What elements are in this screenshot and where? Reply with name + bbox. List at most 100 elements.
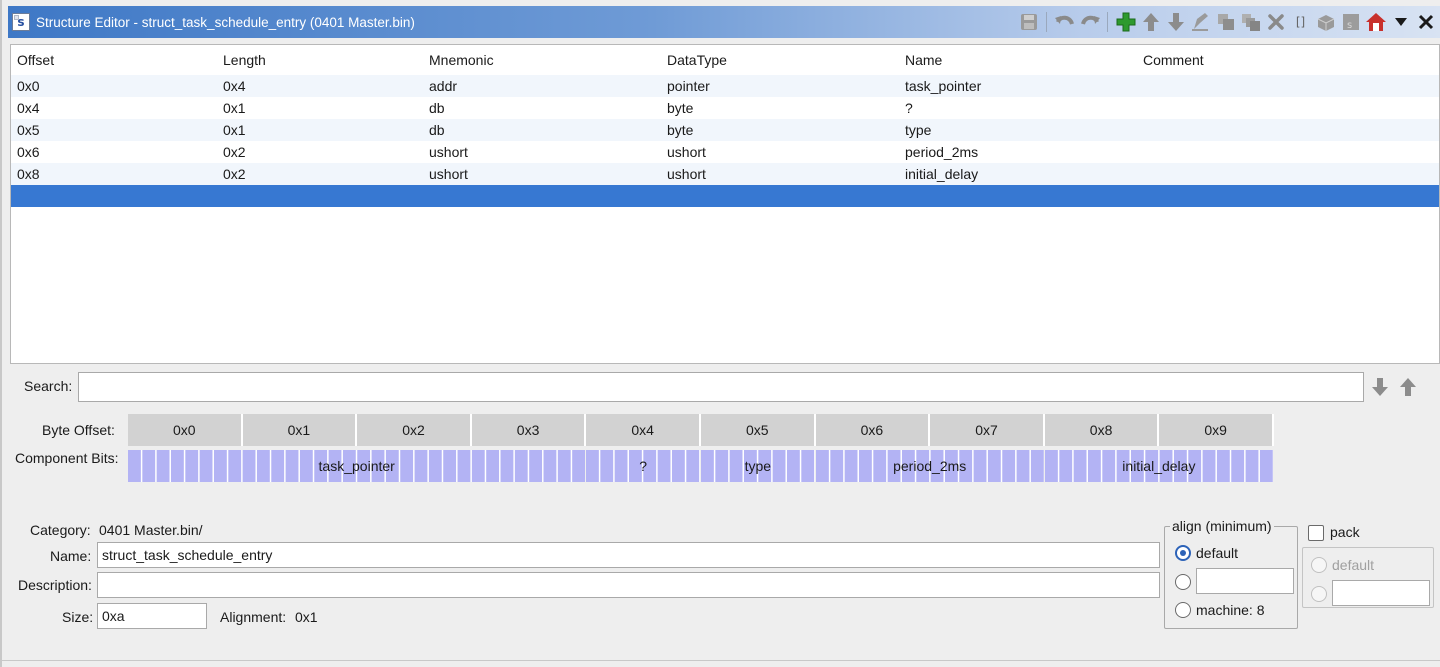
structure-icon: s bbox=[1342, 14, 1359, 31]
cell-mnemonic: ushort bbox=[429, 166, 468, 182]
svg-text:s: s bbox=[1347, 20, 1352, 31]
unpackage-icon bbox=[1317, 15, 1334, 31]
column-header-name[interactable]: Name bbox=[905, 52, 942, 68]
align-custom-field[interactable] bbox=[1196, 568, 1294, 594]
cell-mnemonic: addr bbox=[429, 78, 458, 94]
cell-length: 0x1 bbox=[223, 122, 246, 138]
byte-offset-cell: 0x4 bbox=[586, 414, 701, 446]
cell-datatype[interactable]: byte bbox=[667, 122, 693, 138]
component-bits-segment[interactable]: type bbox=[701, 450, 815, 482]
search-bar: Search: bbox=[10, 368, 1440, 406]
structure-editor-app-icon: s bbox=[12, 13, 30, 31]
arrow-down-icon bbox=[1372, 378, 1388, 396]
redo-icon bbox=[1080, 15, 1100, 25]
move-down-icon bbox=[1167, 13, 1184, 31]
delete-button[interactable] bbox=[1263, 8, 1288, 36]
table-header: Offset Length Mnemonic DataType Name Com… bbox=[11, 45, 1439, 75]
move-up-button[interactable] bbox=[1138, 8, 1163, 36]
pack-default-radio[interactable] bbox=[1311, 557, 1327, 573]
column-header-offset[interactable]: Offset bbox=[17, 52, 54, 68]
cell-name[interactable]: initial_delay bbox=[905, 166, 978, 182]
size-field[interactable]: 0xa bbox=[97, 603, 207, 629]
move-down-button[interactable] bbox=[1163, 8, 1188, 36]
alignment-label: Alignment: bbox=[220, 609, 287, 625]
column-header-comment[interactable]: Comment bbox=[1143, 52, 1204, 68]
category-label: Category: bbox=[30, 522, 91, 538]
component-bits-segment[interactable]: period_2ms bbox=[815, 450, 1044, 482]
cell-length: 0x2 bbox=[223, 166, 246, 182]
undo-button[interactable] bbox=[1052, 8, 1077, 36]
cell-datatype[interactable]: byte bbox=[667, 100, 693, 116]
cell-name[interactable]: period_2ms bbox=[905, 144, 978, 160]
cell-name[interactable]: task_pointer bbox=[905, 78, 981, 94]
cell-name[interactable]: type bbox=[905, 122, 931, 138]
align-default-radio[interactable] bbox=[1175, 545, 1191, 561]
table-row-selected-empty[interactable] bbox=[11, 185, 1439, 207]
pack-custom-field[interactable] bbox=[1332, 580, 1430, 606]
cell-length: 0x2 bbox=[223, 144, 246, 160]
undo-icon bbox=[1054, 15, 1074, 25]
table-row[interactable]: 0x8 0x2 ushort ushort initial_delay bbox=[11, 163, 1439, 185]
array-icon: [] bbox=[1295, 15, 1306, 29]
align-custom-radio[interactable] bbox=[1175, 574, 1191, 590]
search-next-button[interactable] bbox=[1369, 376, 1391, 398]
cell-datatype[interactable]: ushort bbox=[667, 166, 706, 182]
component-bits-segment[interactable]: initial_delay bbox=[1044, 450, 1273, 482]
title-bar: s Structure Editor - struct_task_schedul… bbox=[8, 6, 1440, 38]
name-label: Name: bbox=[50, 548, 92, 564]
align-machine-radio[interactable] bbox=[1175, 602, 1191, 618]
structure-button[interactable]: s bbox=[1338, 8, 1363, 36]
cell-datatype[interactable]: pointer bbox=[667, 78, 710, 94]
array-button[interactable]: [] bbox=[1288, 8, 1313, 36]
duplicate-multiple-button[interactable] bbox=[1238, 8, 1263, 36]
table-row[interactable]: 0x5 0x1 db byte type bbox=[11, 119, 1439, 141]
dropdown-menu-button[interactable] bbox=[1388, 8, 1413, 36]
search-input[interactable] bbox=[78, 372, 1364, 402]
duplicate-button[interactable] bbox=[1213, 8, 1238, 36]
edit-button[interactable] bbox=[1188, 8, 1213, 36]
column-header-length[interactable]: Length bbox=[223, 52, 266, 68]
table-row[interactable]: 0x0 0x4 addr pointer task_pointer bbox=[11, 75, 1439, 97]
search-previous-button[interactable] bbox=[1397, 376, 1419, 398]
category-value: 0401 Master.bin/ bbox=[99, 522, 203, 538]
byte-layout-grid: Byte Offset: Component Bits: 0x0 0x1 0x2 0x… bbox=[10, 410, 1440, 490]
component-bits-segment[interactable]: task_pointer bbox=[128, 450, 586, 482]
save-icon bbox=[1020, 14, 1037, 30]
alignment-value: 0x1 bbox=[295, 609, 318, 625]
pack-custom-radio[interactable] bbox=[1311, 586, 1327, 602]
byte-offset-cell: 0x9 bbox=[1159, 414, 1274, 446]
home-button[interactable] bbox=[1363, 8, 1388, 36]
component-bits-label-text: initial_delay bbox=[1122, 458, 1196, 474]
unpackage-button[interactable] bbox=[1313, 8, 1338, 36]
window-title: Structure Editor - struct_task_schedule_… bbox=[36, 14, 415, 30]
pack-checkbox[interactable] bbox=[1308, 525, 1324, 541]
cell-mnemonic: db bbox=[429, 122, 445, 138]
add-button[interactable] bbox=[1113, 8, 1138, 36]
redo-button[interactable] bbox=[1077, 8, 1102, 36]
column-header-datatype[interactable]: DataType bbox=[667, 52, 727, 68]
description-field[interactable] bbox=[97, 572, 1160, 598]
byte-offset-cell: 0x0 bbox=[128, 414, 243, 446]
cell-datatype[interactable]: ushort bbox=[667, 144, 706, 160]
component-bits-segment[interactable]: ? bbox=[586, 450, 700, 482]
pack-default-label: default bbox=[1332, 557, 1375, 573]
byte-offset-cell: 0x1 bbox=[242, 414, 358, 446]
save-button[interactable] bbox=[1016, 8, 1041, 36]
cell-offset: 0x8 bbox=[17, 166, 40, 182]
align-default-label: default bbox=[1196, 545, 1239, 561]
window-bottom-border bbox=[2, 660, 1440, 661]
cell-offset: 0x0 bbox=[17, 78, 40, 94]
dropdown-menu-icon bbox=[1394, 18, 1407, 26]
duplicate-icon bbox=[1217, 14, 1234, 30]
structure-properties: Category: 0401 Master.bin/ Name: struct_… bbox=[10, 514, 1160, 634]
column-header-mnemonic[interactable]: Mnemonic bbox=[429, 52, 494, 68]
close-button[interactable] bbox=[1413, 8, 1438, 36]
toolbar-separator bbox=[1046, 12, 1047, 32]
cell-offset: 0x5 bbox=[17, 122, 40, 138]
name-field[interactable]: struct_task_schedule_entry bbox=[97, 542, 1160, 568]
cell-name[interactable]: ? bbox=[905, 100, 913, 116]
table-row[interactable]: 0x4 0x1 db byte ? bbox=[11, 97, 1439, 119]
table-row[interactable]: 0x6 0x2 ushort ushort period_2ms bbox=[11, 141, 1439, 163]
app-icon-mini-box bbox=[14, 15, 19, 20]
pack-label: pack bbox=[1330, 524, 1360, 540]
